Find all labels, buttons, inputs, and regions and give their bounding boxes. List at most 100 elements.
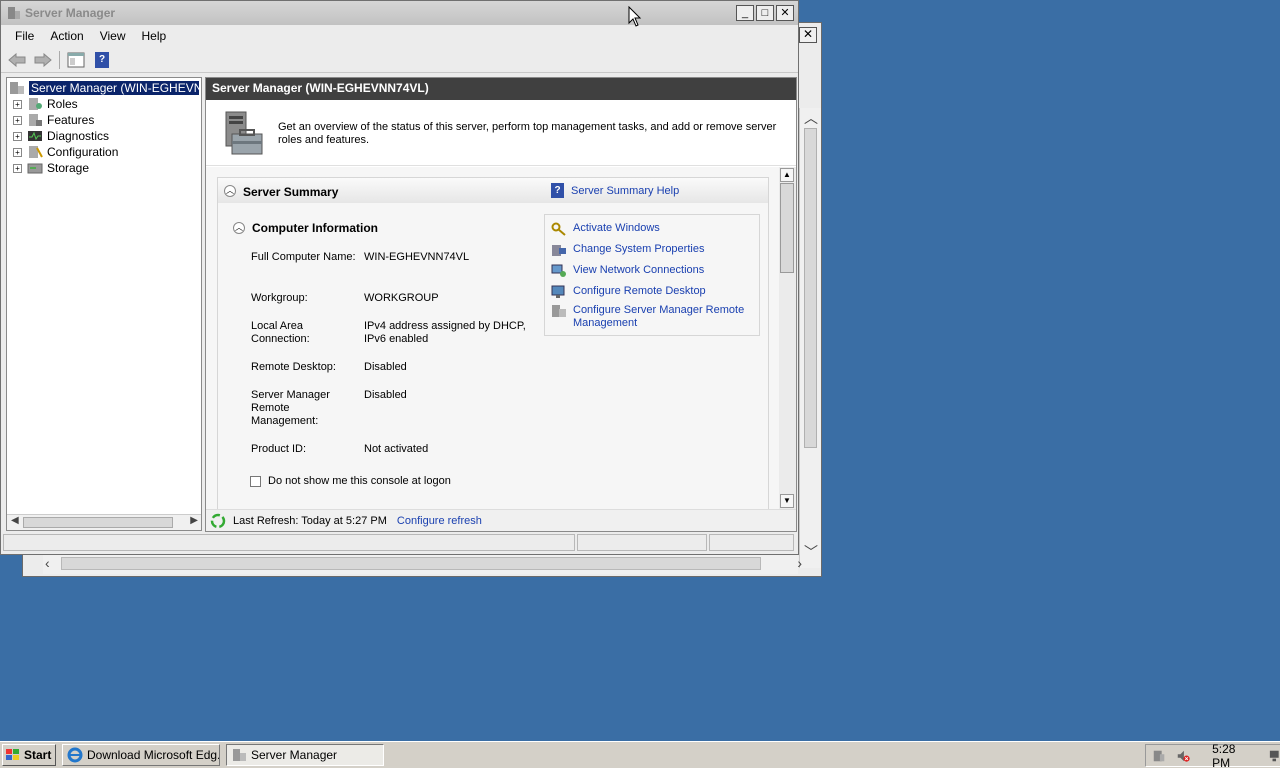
task-change-system-properties[interactable]: Change System Properties: [551, 243, 763, 257]
server-summary-panel: ︿ Server Summary ? Server Summary Help ︿…: [217, 177, 769, 509]
maximize-button[interactable]: □: [756, 5, 774, 21]
volume-muted-icon[interactable]: [1176, 748, 1190, 764]
expand-icon[interactable]: +: [13, 99, 22, 109]
forward-arrow-icon[interactable]: [33, 50, 53, 70]
help-icon[interactable]: ?: [92, 50, 112, 70]
status-pane: [3, 534, 575, 551]
scrollbar-thumb[interactable]: [780, 183, 794, 273]
menu-action[interactable]: Action: [42, 29, 91, 43]
server-manager-window: Server Manager _ □ ✕ File Action View He…: [0, 0, 799, 555]
tree-item-label: Roles: [47, 97, 78, 111]
start-button[interactable]: Start: [2, 744, 56, 766]
info-value: Not activated: [364, 443, 429, 455]
chevron-left-icon[interactable]: ‹: [45, 555, 50, 571]
summary-scroll-area: ︿ Server Summary ? Server Summary Help ︿…: [206, 167, 796, 509]
tree-horizontal-scrollbar[interactable]: ◀ ▶: [7, 514, 201, 530]
expand-icon[interactable]: +: [13, 163, 22, 173]
scrollbar-thumb[interactable]: [804, 128, 817, 448]
server-toolbox-icon: [225, 111, 263, 155]
features-icon: [29, 114, 42, 126]
chevron-down-icon[interactable]: ﹀: [804, 542, 818, 562]
tree-item-diagnostics[interactable]: + Diagnostics: [13, 128, 109, 144]
info-value: WORKGROUP: [364, 292, 439, 304]
info-label: Remote Desktop:: [251, 361, 336, 373]
task-label: Activate Windows: [573, 222, 660, 234]
task-configure-remote-management[interactable]: Configure Server Manager Remote Manageme…: [551, 304, 763, 330]
scroll-up-icon[interactable]: ▲: [780, 168, 794, 182]
server-manager-icon: [233, 749, 246, 761]
chevron-right-icon[interactable]: ›: [797, 555, 802, 571]
info-label: Server Manager Remote Management:: [251, 389, 330, 427]
collapse-icon[interactable]: ︿: [224, 185, 236, 197]
toolbar: ?: [1, 47, 798, 73]
expand-icon[interactable]: +: [13, 131, 22, 141]
tree-item-configuration[interactable]: + Configuration: [13, 144, 118, 160]
server-summary-help-link[interactable]: ? Server Summary Help: [551, 183, 679, 198]
taskbar: Start Download Microsoft Edg... Server M…: [0, 741, 1280, 768]
back-arrow-icon[interactable]: [7, 50, 27, 70]
tree-root-node[interactable]: Server Manager (WIN-EGHEVNN74VL): [9, 80, 199, 96]
do-not-show-label: Do not show me this console at logon: [268, 475, 451, 487]
info-value: Disabled: [364, 361, 407, 373]
configure-refresh-link[interactable]: Configure refresh: [397, 515, 482, 527]
menu-file[interactable]: File: [7, 29, 42, 43]
close-icon[interactable]: ✕: [799, 27, 817, 43]
server-manager-icon: [8, 7, 20, 19]
help-icon: ?: [551, 183, 564, 198]
task-configure-remote-desktop[interactable]: Configure Remote Desktop: [551, 285, 763, 299]
menu-view[interactable]: View: [92, 29, 134, 43]
scroll-left-icon[interactable]: ◀: [11, 515, 19, 526]
details-header: Server Manager (WIN-EGHEVNN74VL): [206, 78, 796, 100]
info-label: Local Area Connection:: [251, 320, 310, 345]
windows-logo-icon: [6, 749, 19, 760]
tree-item-storage[interactable]: + Storage: [13, 160, 89, 176]
task-label: View Network Connections: [573, 264, 705, 276]
clock: 5:28 PM: [1212, 741, 1236, 768]
chevron-up-icon[interactable]: ︿: [804, 108, 818, 128]
tree-item-roles[interactable]: + Roles: [13, 96, 78, 112]
tree-item-features[interactable]: + Features: [13, 112, 94, 128]
info-value: WIN-EGHEVNN74VL: [364, 251, 470, 263]
taskbar-item-label: Server Manager: [251, 748, 338, 762]
minimize-button[interactable]: _: [736, 5, 754, 21]
do-not-show-checkbox[interactable]: [250, 475, 261, 487]
refresh-bar: Last Refresh: Today at 5:27 PM Configure…: [206, 509, 796, 531]
info-label: Product ID:: [251, 443, 307, 455]
storage-icon: [27, 163, 43, 174]
overview-section: Get an overview of the status of this se…: [206, 100, 796, 166]
scroll-down-icon[interactable]: ▼: [780, 494, 794, 508]
task-activate-windows[interactable]: Activate Windows: [551, 222, 763, 236]
server-summary-header: ︿ Server Summary ? Server Summary Help: [218, 178, 768, 203]
scrollbar-thumb[interactable]: [61, 557, 761, 570]
expand-icon[interactable]: +: [13, 147, 22, 157]
task-label: Configure Remote Desktop: [573, 285, 706, 297]
close-button[interactable]: ✕: [776, 5, 794, 21]
window-title: Server Manager: [25, 6, 116, 20]
taskbar-item-edge-download[interactable]: Download Microsoft Edg...: [62, 744, 220, 766]
expand-icon[interactable]: +: [13, 115, 22, 125]
task-label: Change System Properties: [573, 243, 705, 255]
info-value: IPv4 address assigned by DHCP, IPv6 enab…: [364, 320, 526, 345]
server-tray-icon[interactable]: [1152, 748, 1166, 764]
background-vertical-scrollbar[interactable]: ︿ ﹀: [799, 108, 821, 568]
overview-description: Get an overview of the status of this se…: [278, 121, 777, 146]
do-not-show-option[interactable]: Do not show me this console at logon: [250, 475, 451, 487]
collapse-icon[interactable]: ︿: [233, 222, 245, 234]
tree-item-label: Diagnostics: [47, 129, 110, 143]
configuration-icon: [29, 146, 43, 158]
tree-item-label: Storage: [47, 161, 90, 175]
monitor-icon[interactable]: [1269, 748, 1280, 764]
scrollbar-thumb[interactable]: [23, 517, 173, 528]
taskbar-item-server-manager[interactable]: Server Manager: [226, 744, 384, 766]
scroll-right-icon[interactable]: ▶: [190, 515, 198, 526]
background-horizontal-scrollbar[interactable]: ‹ ›: [43, 554, 802, 574]
task-view-network-connections[interactable]: View Network Connections: [551, 264, 763, 278]
menu-help[interactable]: Help: [134, 29, 175, 43]
info-value: Disabled: [364, 389, 407, 401]
title-bar[interactable]: Server Manager _ □ ✕: [1, 1, 798, 25]
mouse-cursor-icon: [628, 6, 642, 27]
tree-root-label: Server Manager (WIN-EGHEVNN74VL): [29, 81, 199, 95]
summary-vertical-scrollbar[interactable]: ▲ ▼: [779, 167, 796, 509]
refresh-icon: [210, 513, 226, 528]
console-tree-icon[interactable]: [66, 50, 86, 70]
